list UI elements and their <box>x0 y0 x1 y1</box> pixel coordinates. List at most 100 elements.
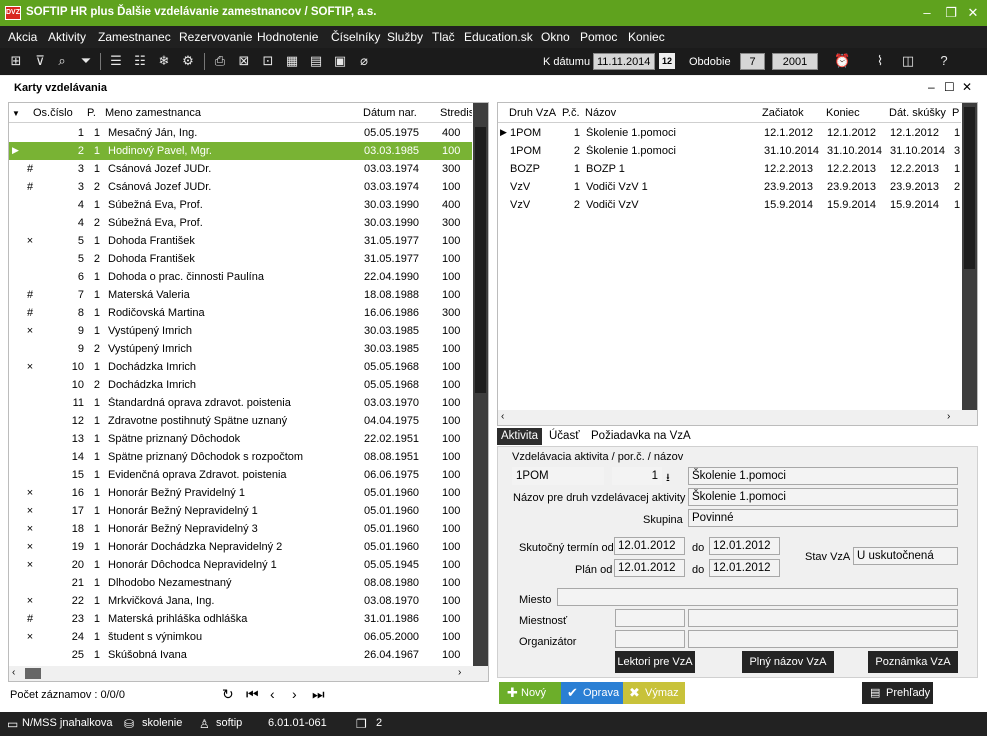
new-button[interactable]: ✚ Nový <box>499 682 561 704</box>
table-row[interactable]: 11 1 Štandardná oprava zdravot. poistenia 0… <box>9 394 472 412</box>
activity-vscroll-thumb[interactable] <box>964 107 975 269</box>
hierarchy-icon[interactable]: ⊞ <box>8 53 24 69</box>
calculator-icon[interactable]: ▣ <box>332 53 348 69</box>
form-close-icon[interactable]: ✕ <box>962 80 972 94</box>
search-icon[interactable]: ⌕ <box>54 53 70 69</box>
minimize-icon[interactable]: – <box>918 4 936 22</box>
activity-vscroll[interactable] <box>962 103 977 410</box>
prev-record-icon[interactable]: ‹ <box>270 686 275 702</box>
table-row[interactable]: VzV 2 Vodiči VzV 15.9.2014 15.9.2014 15.9.201… <box>498 196 961 214</box>
excel-icon[interactable]: ⊠ <box>236 53 252 69</box>
lectors-button[interactable]: Lektori pre VzA <box>615 651 695 673</box>
table-row[interactable]: 21 1 Dlhodobo Nezamestnaný 08.08.1980 100 <box>9 574 472 592</box>
col-meno[interactable]: Meno zamestnanca <box>105 107 201 119</box>
menu-sluzby[interactable]: Služby <box>387 30 423 44</box>
close-icon[interactable]: ✕ <box>964 4 982 22</box>
export-icon[interactable]: ⊡ <box>260 53 276 69</box>
table-row[interactable]: × 22 1 Mrkvičková Jana, Ing. 03.08.1970 100 <box>9 592 472 610</box>
table-row[interactable]: × 10 1 Dochádzka Imrich 05.05.1968 100 <box>9 358 472 376</box>
table-row[interactable]: × 19 1 Honorár Dochádzka Nepravidelný 2 05.0… <box>9 538 472 556</box>
room-name-field[interactable] <box>688 609 958 627</box>
table-row[interactable]: × 5 1 Dohoda František 31.05.1977 100 <box>9 232 472 250</box>
plan-to-field[interactable]: 12.01.2012 <box>709 559 780 577</box>
col-zaciatok[interactable]: Začiatok <box>762 107 804 119</box>
druh-name-field[interactable]: Školenie 1.pomoci <box>688 488 958 506</box>
panel-icon[interactable]: ◫ <box>900 53 916 69</box>
act-scroll-left-icon[interactable]: ‹ <box>501 411 504 422</box>
plan-from-field[interactable]: 12.01.2012 <box>614 559 685 577</box>
employee-vscroll-thumb[interactable] <box>475 127 486 393</box>
form-restore-icon[interactable]: ☐ <box>944 80 955 94</box>
activity-code-field[interactable]: 1POM <box>512 467 604 485</box>
col-nazov[interactable]: Názov <box>585 107 616 119</box>
actual-to-field[interactable]: 12.01.2012 <box>709 537 780 555</box>
note-button[interactable]: Poznámka VzA <box>868 651 958 673</box>
full-name-button[interactable]: Plný názov VzA <box>742 651 834 673</box>
tab-poziadavka[interactable]: Požiadavka na VzA <box>587 428 695 445</box>
table-row[interactable]: #3 2 Csánová Jozef JUDr. 03.03.1974 100 <box>9 178 472 196</box>
obdobie-month-field[interactable]: 7 <box>740 53 765 70</box>
col-p[interactable]: P. <box>87 107 101 119</box>
employee-hscroll-thumb[interactable] <box>25 668 41 679</box>
table-row[interactable]: 6 1 Dohoda o prac. činnosti Paulína 22.04.1… <box>9 268 472 286</box>
help-icon[interactable]: ? <box>936 53 952 69</box>
col-pc[interactable]: P.č. <box>562 107 580 119</box>
filter-icon[interactable]: ⏷ <box>78 53 94 69</box>
table-row[interactable]: 4 1 Súbežná Eva, Prof. 30.03.1990 400 <box>9 196 472 214</box>
table-row[interactable]: #8 1 Rodičovská Martina 16.06.1986 300 <box>9 304 472 322</box>
table-row[interactable]: 5 2 Dohoda František 31.05.1977 100 <box>9 250 472 268</box>
delete-button[interactable]: ✖ Výmaz <box>623 682 685 704</box>
table-row[interactable]: BOZP 1 BOZP 1 12.2.2013 12.2.2013 12.2.2013 1 <box>498 160 961 178</box>
activity-no-field[interactable]: 1 <box>612 467 662 485</box>
organizer-name-field[interactable] <box>688 630 958 648</box>
menu-ciselniky[interactable]: Číselníky <box>331 30 380 44</box>
table-row[interactable]: × 17 1 Honorár Bežný Nepravidelný 1 05.01.19… <box>9 502 472 520</box>
filter-check-icon[interactable]: ⊽ <box>32 53 48 69</box>
scroll-left-icon[interactable]: ‹ <box>12 667 15 678</box>
sort-icon[interactable]: ▼ <box>12 109 20 118</box>
refresh-icon[interactable]: ↻ <box>222 686 234 703</box>
table-row[interactable]: 4 2 Súbežná Eva, Prof. 30.03.1990 300 <box>9 214 472 232</box>
col-stredisko[interactable]: Stredis <box>440 107 472 119</box>
activity-hscroll[interactable]: ‹ › <box>498 410 977 425</box>
place-field[interactable] <box>557 588 958 606</box>
tab-aktivita[interactable]: Aktivita <box>497 428 543 445</box>
table-row[interactable]: #3 1 Csánová Jozef JUDr. 03.03.1974 300 <box>9 160 472 178</box>
menu-education[interactable]: Education.sk <box>464 30 533 44</box>
table-row[interactable]: 1POM 2 Školenie 1.pomoci 31.10.2014 31.10.20… <box>498 142 961 160</box>
table-row[interactable]: #23 1 Materská prihláška odhláška 31.01.198… <box>9 610 472 628</box>
employee-vscroll[interactable] <box>473 103 488 666</box>
table-row[interactable]: × 20 1 Honorár Dôchodca Nepravidelný 1 05.05… <box>9 556 472 574</box>
word-icon[interactable]: ▦ <box>284 53 300 69</box>
menu-aktivity[interactable]: Aktivity <box>48 30 86 44</box>
table-row[interactable]: 15 1 Evidenčná oprava Zdravot. poistenia 06… <box>9 466 472 484</box>
last-record-icon[interactable]: ⏭ <box>312 686 325 703</box>
table-row[interactable]: 25 1 Skúšobná Ivana 26.04.1967 100 <box>9 646 472 664</box>
menu-tlac[interactable]: Tlač <box>432 30 455 44</box>
tab-ucast[interactable]: Účasť <box>545 428 584 445</box>
status-field[interactable]: U uskutočnená <box>853 547 958 565</box>
table-row[interactable]: 12 1 Zdravotne postihnutý Spätne uznaný 04.… <box>9 412 472 430</box>
table-row[interactable]: 9 2 Vystúpený Imrich 30.03.1985 100 <box>9 340 472 358</box>
col-p2[interactable]: P <box>952 107 961 119</box>
table-row[interactable]: × 9 1 Vystúpený Imrich 30.03.1985 100 <box>9 322 472 340</box>
table-row[interactable]: × 18 1 Honorár Bežný Nepravidelný 3 05.01.19… <box>9 520 472 538</box>
alarm-icon[interactable]: ⏰ <box>834 53 850 69</box>
edit-button[interactable]: ✔ Oprava <box>561 682 623 704</box>
organizer-code-field[interactable] <box>615 630 685 648</box>
table-row[interactable]: ▶ 2 1 Hodinový Pavel, Mgr. 03.03.1985 100 <box>9 142 472 160</box>
employee-hscroll[interactable]: ‹ › <box>9 666 488 681</box>
report-icon[interactable]: ▤ <box>308 53 324 69</box>
col-dat-skusky[interactable]: Dát. skúšky <box>889 107 946 119</box>
table-row[interactable]: VzV 1 Vodiči VzV 1 23.9.2013 23.9.2013 23.9.2… <box>498 178 961 196</box>
list-detail-icon[interactable]: ☷ <box>132 53 148 69</box>
col-datum[interactable]: Dátum nar. <box>363 107 417 119</box>
obdobie-year-field[interactable]: 2001 <box>772 53 818 70</box>
print-icon[interactable]: ⎙ <box>212 53 228 69</box>
col-koniec[interactable]: Koniec <box>826 107 860 119</box>
table-row[interactable]: #7 1 Materská Valeria 18.08.1988 100 <box>9 286 472 304</box>
menu-pomoc[interactable]: Pomoc <box>580 30 617 44</box>
table-row[interactable]: × 16 1 Honorár Bežný Pravidelný 1 05.01.1960… <box>9 484 472 502</box>
menu-koniec[interactable]: Koniec <box>628 30 665 44</box>
table-row[interactable]: × 24 1 študent s výnimkou 06.05.2000 100 <box>9 628 472 646</box>
